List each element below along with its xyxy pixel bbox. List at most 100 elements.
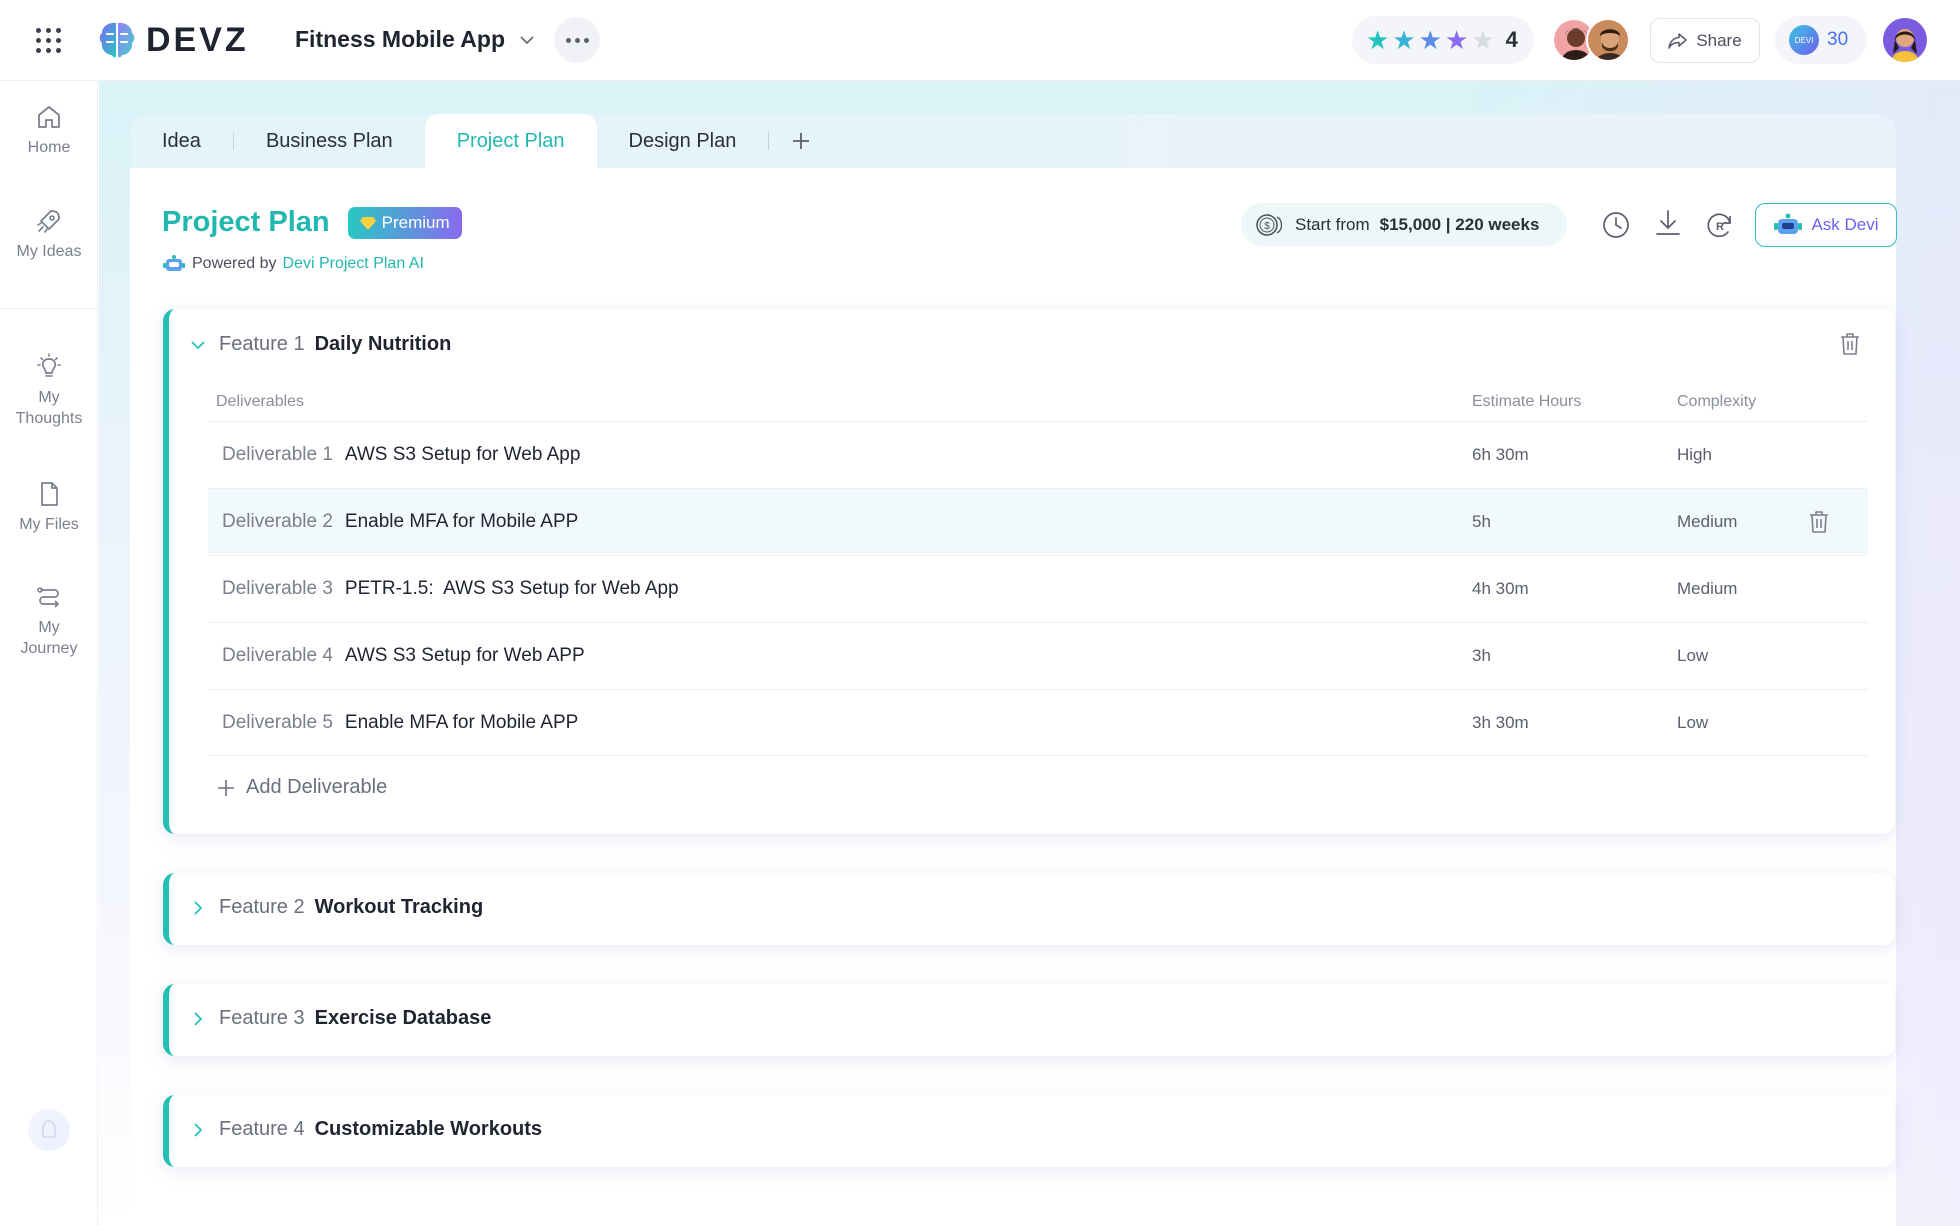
- ask-devi-label: Ask Devi: [1811, 215, 1879, 234]
- bulb-icon: [37, 353, 61, 377]
- plus-icon: [793, 133, 810, 149]
- sidebar-item-my-journey[interactable]: My Journey: [0, 583, 98, 659]
- chevron-right-icon: [187, 1008, 209, 1030]
- brain-logo-icon: [99, 22, 135, 58]
- devi-coin-icon: DEVI: [1789, 25, 1819, 55]
- deliverable-number: Deliverable 2: [222, 510, 333, 532]
- deliverable-hours: 4h 30m: [1472, 578, 1529, 598]
- deliverable-name: PETR-1.5: AWS S3 Setup for Web App: [344, 577, 679, 599]
- devi-bot-icon[interactable]: [28, 1109, 70, 1151]
- tab-project-plan[interactable]: Project Plan: [424, 114, 597, 168]
- powered-prefix: Powered by: [192, 255, 277, 272]
- trash-icon: [1841, 333, 1859, 355]
- feature-header[interactable]: Feature 1 Daily Nutrition: [187, 333, 451, 356]
- column-complexity: Complexity: [1677, 393, 1757, 410]
- feature-card[interactable]: Feature 3 Exercise Database: [163, 984, 1895, 1056]
- plan-tabs: Idea Business Plan Project Plan Design P…: [130, 114, 1896, 168]
- feature-card[interactable]: Feature 2 Workout Tracking: [163, 873, 1895, 945]
- star-filled-icon: ★: [1366, 25, 1390, 55]
- deliverable-hours: 5h: [1472, 511, 1491, 531]
- deliverable-hours: 3h: [1472, 645, 1491, 665]
- file-icon: [41, 482, 58, 506]
- feature-name: Workout Tracking: [314, 896, 484, 918]
- history-button[interactable]: [1599, 208, 1633, 242]
- star-filled-icon: ★: [1444, 25, 1469, 55]
- feature-header[interactable]: Feature 4 Customizable Workouts: [187, 1118, 542, 1141]
- page-title: Project Plan: [162, 206, 330, 238]
- deliverable-name: AWS S3 Setup for Web APP: [344, 644, 585, 666]
- deliverable-complexity: Medium: [1677, 578, 1738, 598]
- deliverable-number: Deliverable 4: [222, 644, 333, 666]
- tab-design-plan[interactable]: Design Plan: [597, 114, 769, 168]
- deliverable-name: Enable MFA for Mobile APP: [344, 510, 579, 532]
- sidebar-item-label: My Ideas: [16, 243, 82, 260]
- deliverable-complexity: Medium: [1677, 511, 1738, 531]
- regenerate-icon: R: [1707, 213, 1731, 238]
- share-icon: [1668, 32, 1688, 49]
- sidebar-item-my-thoughts[interactable]: My Thoughts: [0, 353, 98, 429]
- deliverable-row[interactable]: Deliverable 1 AWS S3 Setup for Web App 6…: [208, 421, 1868, 487]
- delete-deliverable-button[interactable]: [1808, 509, 1830, 541]
- regenerate-button[interactable]: R: [1703, 208, 1737, 242]
- project-title: Fitness Mobile App: [295, 26, 505, 52]
- add-tab-button[interactable]: [769, 114, 833, 168]
- feature-card[interactable]: Feature 4 Customizable Workouts: [163, 1095, 1895, 1167]
- deliverable-complexity: High: [1677, 444, 1712, 464]
- estimate-prefix: Start from: [1295, 214, 1370, 234]
- credits-badge[interactable]: DEVI 30: [1775, 16, 1867, 64]
- tab-idea[interactable]: Idea: [130, 114, 233, 168]
- brand-logo[interactable]: DEVZ: [98, 20, 249, 60]
- devi-robot-icon: [163, 255, 185, 271]
- share-button[interactable]: Share: [1650, 18, 1760, 63]
- deliverable-row[interactable]: Deliverable 2 Enable MFA for Mobile APP …: [208, 488, 1868, 554]
- apps-grid-icon[interactable]: [36, 28, 62, 54]
- brand-name: DEVZ: [146, 20, 249, 59]
- sidebar-item-my-ideas[interactable]: My Ideas: [0, 207, 98, 262]
- column-estimate-hours: Estimate Hours: [1472, 393, 1582, 410]
- sidebar: Home My Ideas My Thoughts My Files My Jo…: [0, 81, 98, 1226]
- home-icon: [38, 106, 60, 128]
- clock-icon: [1603, 212, 1629, 238]
- row-divider: [208, 755, 1868, 756]
- star-filled-icon: ★: [1392, 25, 1416, 55]
- more-options-button[interactable]: [554, 17, 600, 63]
- feature-header[interactable]: Feature 2 Workout Tracking: [187, 896, 483, 919]
- powered-by: Powered by Devi Project Plan AI: [162, 254, 424, 274]
- deliverables-table-header: Deliverables Estimate Hours Complexity: [216, 385, 1876, 425]
- sidebar-item-label: My Thoughts: [15, 389, 83, 427]
- chevron-down-icon: [187, 334, 209, 356]
- collaborator-avatars[interactable]: [1552, 18, 1630, 62]
- sidebar-item-my-files[interactable]: My Files: [0, 480, 98, 535]
- deliverable-complexity: Low: [1677, 645, 1709, 665]
- diamond-icon: [359, 216, 376, 230]
- rating-value: 4: [1505, 27, 1518, 52]
- devi-project-plan-link[interactable]: Devi Project Plan AI: [283, 255, 424, 273]
- feature-number: Feature 2: [219, 896, 305, 918]
- share-label: Share: [1696, 30, 1742, 50]
- premium-label: Premium: [381, 212, 450, 232]
- download-button[interactable]: [1651, 206, 1685, 240]
- deliverable-name: Enable MFA for Mobile APP: [344, 711, 579, 733]
- premium-badge: Premium: [347, 206, 462, 239]
- add-deliverable-label: Add Deliverable: [246, 776, 388, 798]
- sidebar-item-home[interactable]: Home: [0, 103, 98, 158]
- star-filled-icon: ★: [1418, 25, 1442, 55]
- chevron-right-icon: [187, 1119, 209, 1141]
- feature-header[interactable]: Feature 3 Exercise Database: [187, 1007, 491, 1030]
- project-selector[interactable]: Fitness Mobile App: [295, 26, 535, 53]
- svg-text:R: R: [1716, 221, 1724, 233]
- deliverable-row[interactable]: Deliverable 5 Enable MFA for Mobile APP …: [208, 689, 1868, 755]
- deliverable-hours: 6h 30m: [1472, 444, 1529, 464]
- sidebar-item-label: My Journey: [20, 619, 78, 657]
- delete-feature-button[interactable]: [1839, 331, 1861, 362]
- ask-devi-button[interactable]: Ask Devi: [1755, 203, 1897, 247]
- deliverable-row[interactable]: Deliverable 4 AWS S3 Setup for Web APP 3…: [208, 622, 1868, 688]
- tab-business-plan[interactable]: Business Plan: [234, 114, 425, 168]
- rocket-icon: [37, 210, 60, 233]
- user-avatar[interactable]: [1883, 18, 1927, 62]
- rating-widget[interactable]: ★ ★ ★ ★ ★ 4: [1352, 16, 1534, 64]
- add-deliverable-button[interactable]: Add Deliverable: [216, 776, 387, 799]
- svg-text:$: $: [1264, 221, 1270, 232]
- deliverable-row[interactable]: Deliverable 3 PETR-1.5: AWS S3 Setup for…: [208, 555, 1868, 621]
- avatar[interactable]: [1586, 18, 1630, 62]
